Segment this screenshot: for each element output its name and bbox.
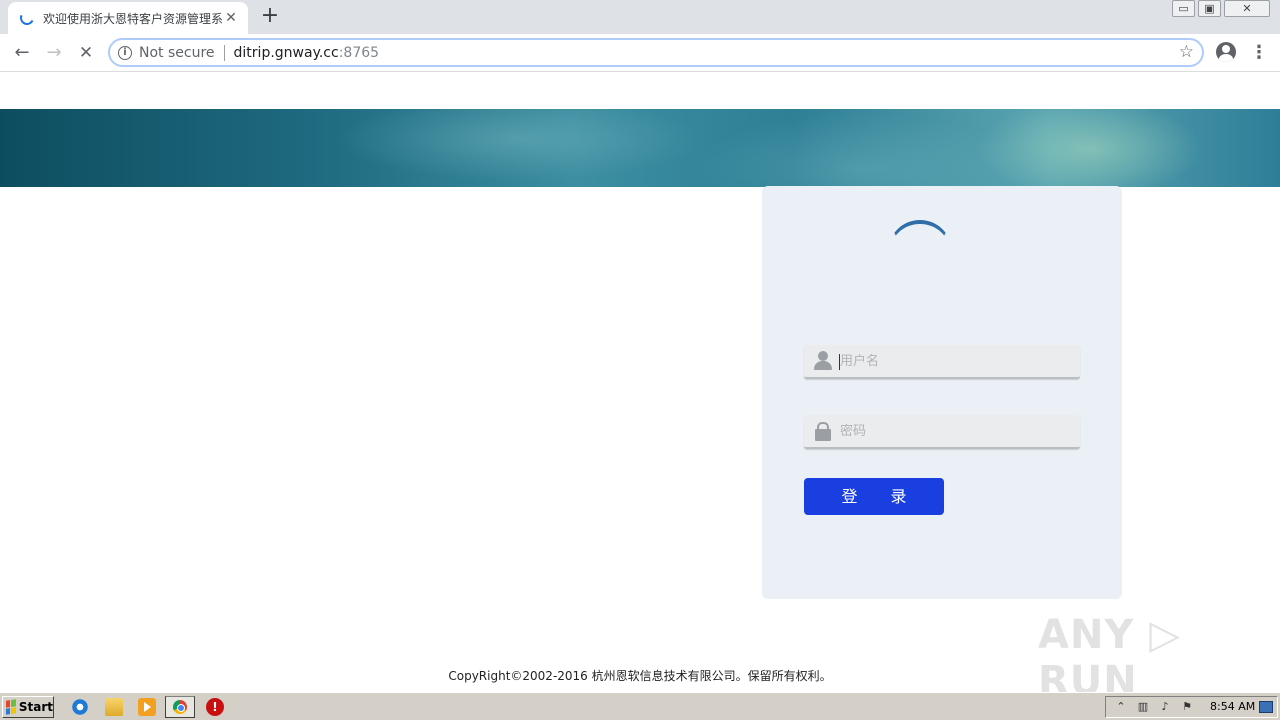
tray-expand-icon[interactable]: ⌃ bbox=[1114, 700, 1128, 714]
logo-arc-icon bbox=[888, 220, 950, 250]
volume-icon[interactable]: ♪ bbox=[1158, 700, 1172, 714]
back-button[interactable]: ← bbox=[9, 40, 35, 66]
taskbar: Start ⌃ ▥ ♪ ⚑ 8:54 AM bbox=[0, 692, 1280, 720]
system-tray: ⌃ ▥ ♪ ⚑ 8:54 AM bbox=[1105, 696, 1278, 718]
minimize-button[interactable]: ▭ bbox=[1172, 0, 1195, 17]
tab-title: 欢迎使用浙大恩特客户资源管理系统 bbox=[43, 11, 223, 26]
browser-toolbar: ← → ✕ i Not secure ditrip.gnway.cc :8765… bbox=[0, 34, 1280, 72]
file-explorer-icon[interactable] bbox=[105, 698, 123, 716]
forward-button[interactable]: → bbox=[41, 40, 67, 66]
start-button[interactable]: Start bbox=[2, 696, 54, 718]
clock[interactable]: 8:54 AM bbox=[1210, 700, 1255, 713]
header-banner bbox=[0, 109, 1280, 187]
security-label[interactable]: Not secure bbox=[139, 45, 215, 61]
login-panel: 登 录 bbox=[762, 186, 1122, 599]
stop-icon[interactable] bbox=[206, 698, 224, 716]
chrome-taskbar-icon[interactable] bbox=[165, 696, 195, 718]
restore-button[interactable]: ▣ bbox=[1198, 0, 1221, 17]
profile-icon[interactable] bbox=[1216, 42, 1236, 62]
internet-explorer-icon[interactable] bbox=[71, 698, 89, 716]
window-close-button[interactable]: ✕ bbox=[1224, 0, 1270, 17]
loading-spinner-icon bbox=[18, 9, 36, 27]
browser-tab[interactable]: 欢迎使用浙大恩特客户资源管理系统 ✕ bbox=[8, 2, 248, 34]
network-icon[interactable]: ▥ bbox=[1136, 700, 1150, 714]
start-label: Start bbox=[18, 700, 53, 714]
user-icon bbox=[813, 351, 833, 371]
text-caret bbox=[839, 354, 840, 370]
password-input[interactable] bbox=[840, 423, 1060, 439]
new-tab-button[interactable]: + bbox=[259, 5, 281, 27]
omnibox-divider bbox=[223, 44, 225, 61]
windows-logo-icon bbox=[6, 699, 16, 715]
tab-close-icon[interactable]: ✕ bbox=[222, 9, 240, 27]
browser-menu-icon[interactable]: ⋮ bbox=[1250, 40, 1268, 66]
page-content: 登 录 CopyRight©2002-2016 杭州恩软信息技术有限公司。保留所… bbox=[0, 72, 1280, 704]
login-button[interactable]: 登 录 bbox=[804, 478, 944, 515]
url-host[interactable]: ditrip.gnway.cc bbox=[234, 45, 339, 61]
lock-icon bbox=[813, 421, 833, 441]
info-icon[interactable]: i bbox=[118, 45, 132, 60]
bookmark-star-icon[interactable]: ☆ bbox=[1179, 42, 1194, 62]
window-controls: ▭ ▣ ✕ bbox=[1172, 0, 1270, 17]
anyrun-watermark: ANY ▷ RUN bbox=[1038, 612, 1182, 704]
password-field[interactable] bbox=[804, 415, 1080, 449]
stop-loading-button[interactable]: ✕ bbox=[73, 40, 99, 66]
address-bar[interactable]: i Not secure ditrip.gnway.cc :8765 ☆ bbox=[108, 38, 1204, 67]
action-center-flag-icon[interactable]: ⚑ bbox=[1180, 700, 1194, 714]
media-player-icon[interactable] bbox=[138, 698, 156, 716]
username-input[interactable] bbox=[840, 353, 1060, 369]
tab-strip: 欢迎使用浙大恩特客户资源管理系统 ✕ + ▭ ▣ ✕ bbox=[0, 0, 1280, 34]
show-desktop-icon[interactable] bbox=[1259, 701, 1273, 713]
username-field[interactable] bbox=[804, 345, 1080, 379]
url-port[interactable]: :8765 bbox=[339, 45, 379, 61]
